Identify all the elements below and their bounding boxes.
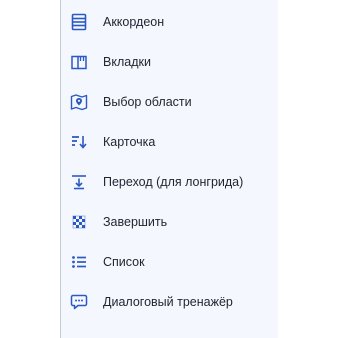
- sort-down-icon: [69, 132, 89, 152]
- list-icon: [69, 252, 89, 272]
- menu-item-accordion[interactable]: Аккордеон: [61, 2, 278, 42]
- menu-item-label: Список: [103, 255, 145, 269]
- menu-list: Аккордеон Вкладки Выбор области Карточка…: [61, 2, 278, 322]
- menu-item-label: Выбор области: [103, 95, 192, 109]
- menu-item-label: Диалоговый тренажёр: [103, 295, 233, 309]
- map-pin-icon: [69, 92, 89, 112]
- menu-item-finish[interactable]: Завершить: [61, 202, 278, 242]
- menu-item-area-select[interactable]: Выбор области: [61, 82, 278, 122]
- menu-item-label: Переход (для лонгрида): [103, 175, 244, 189]
- menu-item-label: Аккордеон: [103, 15, 165, 29]
- menu-item-card[interactable]: Карточка: [61, 122, 278, 162]
- jump-down-icon: [69, 172, 89, 192]
- tabs-icon: [69, 52, 89, 72]
- block-type-menu: Аккордеон Вкладки Выбор области Карточка…: [60, 0, 278, 338]
- menu-item-longread-jump[interactable]: Переход (для лонгрида): [61, 162, 278, 202]
- menu-item-list[interactable]: Список: [61, 242, 278, 282]
- menu-item-dialog-trainer[interactable]: Диалоговый тренажёр: [61, 282, 278, 322]
- chat-bubble-icon: [69, 292, 89, 312]
- menu-item-label: Вкладки: [103, 55, 151, 69]
- menu-item-label: Карточка: [103, 135, 156, 149]
- checkered-flag-icon: [69, 212, 89, 232]
- menu-item-label: Завершить: [103, 215, 168, 229]
- menu-item-tabs[interactable]: Вкладки: [61, 42, 278, 82]
- accordion-icon: [69, 12, 89, 32]
